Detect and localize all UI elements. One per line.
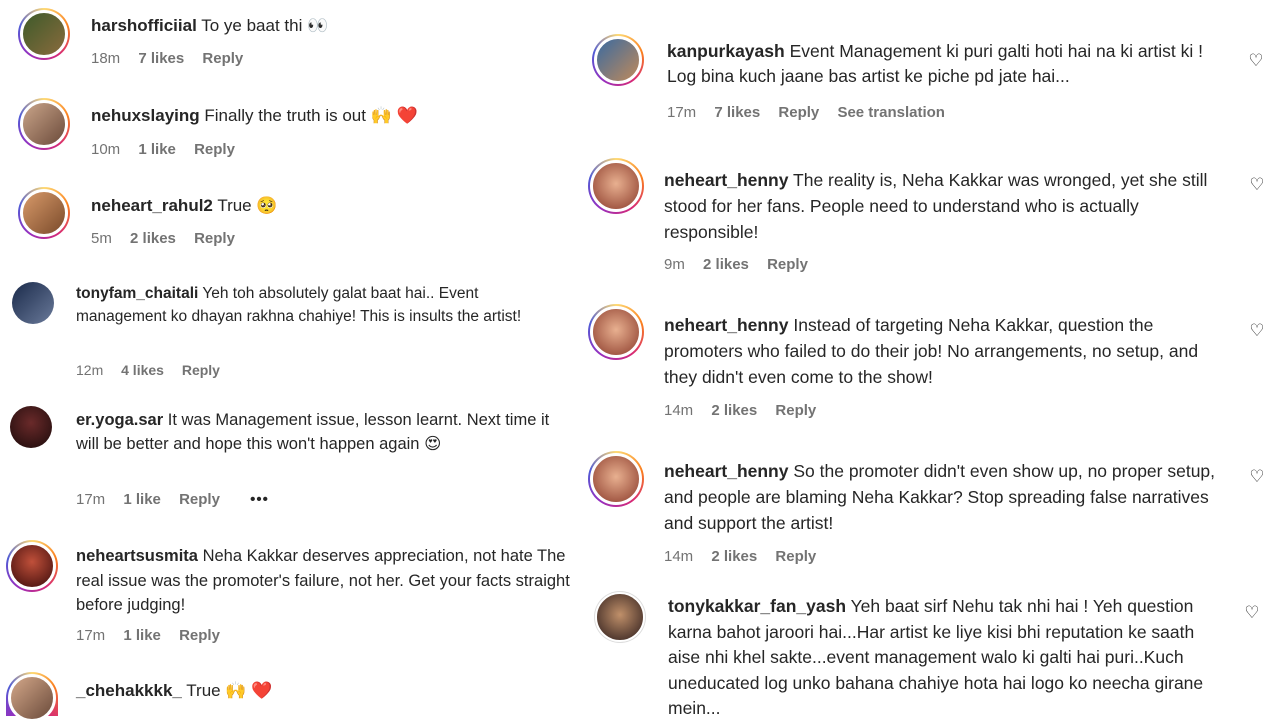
username[interactable]: tonykakkar_fan_yash [668, 596, 846, 616]
timestamp: 10m [91, 141, 121, 158]
likes-count[interactable]: 2 likes [703, 256, 749, 273]
avatar[interactable] [594, 591, 646, 643]
avatar[interactable] [12, 282, 54, 324]
username[interactable]: tonyfam_chaitali [76, 285, 198, 302]
timestamp: 9m [664, 256, 685, 273]
avatar[interactable] [18, 187, 70, 239]
reply-button[interactable]: Reply [775, 402, 816, 419]
likes-count[interactable]: 7 likes [138, 50, 184, 67]
reply-button[interactable]: Reply [775, 548, 816, 565]
reply-button[interactable]: Reply [778, 104, 819, 121]
likes-count[interactable]: 2 likes [711, 402, 757, 419]
username[interactable]: nehuxslaying [91, 106, 200, 125]
reply-button[interactable]: Reply [194, 141, 235, 158]
more-dots-icon[interactable]: ••• [250, 491, 269, 508]
username[interactable]: harshofficiial [91, 16, 197, 35]
comment-text: True 🥺 [217, 196, 278, 215]
timestamp: 17m [667, 104, 697, 121]
comment-text: To ye baat thi 👀 [201, 16, 329, 35]
timestamp: 17m [76, 627, 106, 644]
reply-button[interactable]: Reply [194, 230, 235, 247]
avatar[interactable] [18, 8, 70, 60]
likes-count[interactable]: 1 like [123, 627, 161, 644]
likes-count[interactable]: 1 like [123, 491, 161, 508]
username[interactable]: kanpurkayash [667, 41, 785, 61]
comment-text: True 🙌 ❤️ [186, 681, 273, 700]
see-translation-link[interactable]: See translation [837, 104, 945, 121]
username[interactable]: neheart_henny [664, 461, 788, 481]
timestamp: 14m [664, 402, 694, 419]
likes-count[interactable]: 4 likes [121, 362, 164, 378]
heart-outline-icon[interactable]: ♡ [1248, 176, 1266, 194]
reply-button[interactable]: Reply [767, 256, 808, 273]
avatar[interactable] [588, 451, 644, 507]
reply-button[interactable]: Reply [202, 50, 243, 67]
username[interactable]: neheartsusmita [76, 547, 198, 565]
avatar[interactable] [588, 158, 644, 214]
avatar[interactable] [6, 672, 58, 722]
reply-button[interactable]: Reply [182, 362, 220, 378]
comment-text: Finally the truth is out 🙌 ❤️ [204, 106, 418, 125]
reply-button[interactable]: Reply [179, 627, 220, 644]
timestamp: 5m [91, 230, 112, 247]
avatar[interactable] [10, 406, 52, 448]
heart-outline-icon[interactable]: ♡ [1248, 468, 1266, 486]
timestamp: 14m [664, 548, 694, 565]
avatar[interactable] [18, 98, 70, 150]
avatar[interactable] [6, 540, 58, 592]
likes-count[interactable]: 7 likes [714, 104, 760, 121]
timestamp: 18m [91, 50, 121, 67]
username[interactable]: neheart_henny [664, 315, 788, 335]
likes-count[interactable]: 1 like [138, 141, 176, 158]
username[interactable]: _chehakkkk_ [76, 681, 182, 700]
likes-count[interactable]: 2 likes [711, 548, 757, 565]
username[interactable]: neheart_henny [664, 170, 788, 190]
avatar[interactable] [592, 34, 644, 86]
avatar[interactable] [588, 304, 644, 360]
heart-outline-icon[interactable]: ♡ [1247, 52, 1265, 70]
likes-count[interactable]: 2 likes [130, 230, 176, 247]
heart-outline-icon[interactable]: ♡ [1248, 322, 1266, 340]
timestamp: 17m [76, 491, 106, 508]
reply-button[interactable]: Reply [179, 491, 220, 508]
username[interactable]: er.yoga.sar [76, 411, 163, 429]
heart-outline-icon[interactable]: ♡ [1243, 604, 1261, 622]
timestamp: 12m [76, 362, 104, 378]
username[interactable]: neheart_rahul2 [91, 196, 213, 215]
